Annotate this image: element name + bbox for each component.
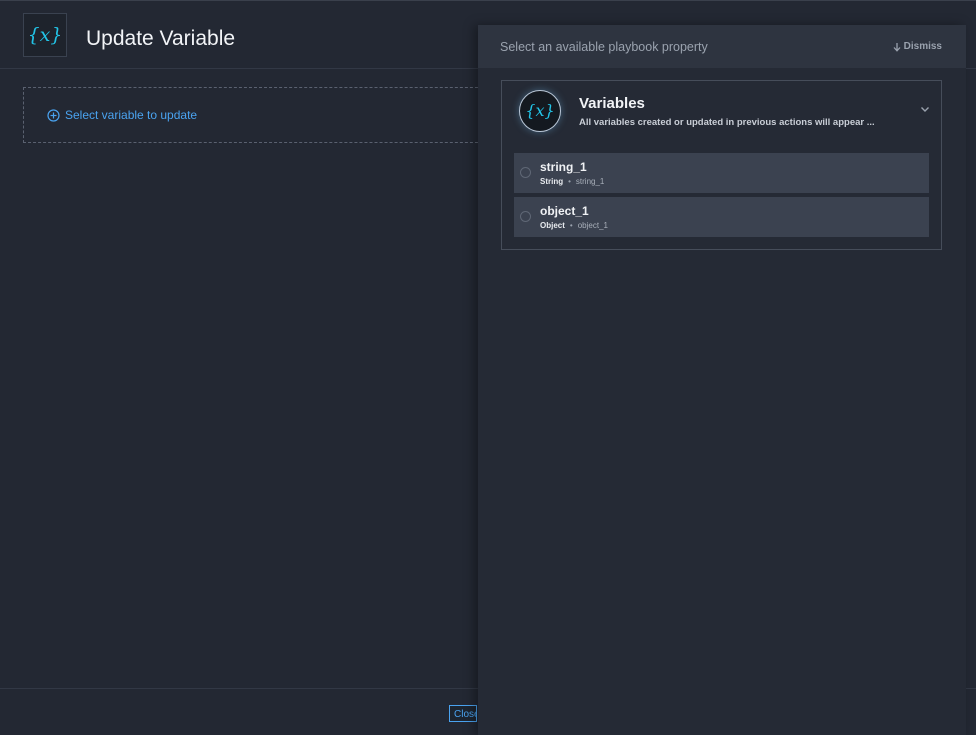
variable-icon: {x} — [23, 13, 67, 57]
variable-key: object_1 — [577, 221, 608, 230]
variable-meta: String • string_1 — [540, 177, 604, 186]
variable-icon: {x} — [519, 90, 561, 132]
variable-option-object-1[interactable]: object_1 Object • object_1 — [514, 197, 929, 237]
page-title: Update Variable — [86, 27, 236, 50]
select-variable-button[interactable]: Select variable to update — [47, 108, 197, 122]
variable-name: object_1 — [540, 204, 589, 218]
variable-option-string-1[interactable]: string_1 String • string_1 — [514, 153, 929, 193]
svg-text:{x}: {x} — [527, 101, 553, 120]
variable-meta: Object • object_1 — [540, 221, 608, 230]
chevron-down-icon[interactable] — [919, 103, 931, 115]
variable-type: Object — [540, 221, 565, 230]
variables-subtitle: All variables created or updated in prev… — [579, 117, 875, 128]
svg-text:{x}: {x} — [30, 24, 60, 46]
close-button[interactable]: Close — [449, 705, 477, 722]
variable-key: string_1 — [575, 177, 605, 186]
select-variable-label: Select variable to update — [65, 108, 198, 122]
separator-dot: • — [569, 221, 573, 230]
dismiss-label: Dismiss — [903, 41, 942, 52]
app-window: {x} Update Variable Select variable to u… — [0, 0, 976, 735]
variables-title: Variables — [579, 95, 645, 112]
variables-section: {x} Variables All variables created or u… — [501, 80, 942, 250]
radio-button[interactable] — [520, 167, 531, 178]
variable-drop-zone[interactable]: Select variable to update — [23, 87, 493, 143]
plus-circle-icon — [47, 108, 60, 122]
variable-name: string_1 — [540, 160, 587, 174]
panel-header: Select an available playbook property Di… — [478, 25, 966, 68]
arrow-down-icon — [893, 42, 901, 52]
separator-dot: • — [568, 177, 571, 186]
panel-title: Select an available playbook property — [500, 40, 708, 54]
variable-type: String — [540, 177, 564, 186]
radio-button[interactable] — [520, 211, 531, 222]
dismiss-button[interactable]: Dismiss — [893, 41, 942, 52]
property-picker-panel: Select an available playbook property Di… — [478, 25, 966, 735]
